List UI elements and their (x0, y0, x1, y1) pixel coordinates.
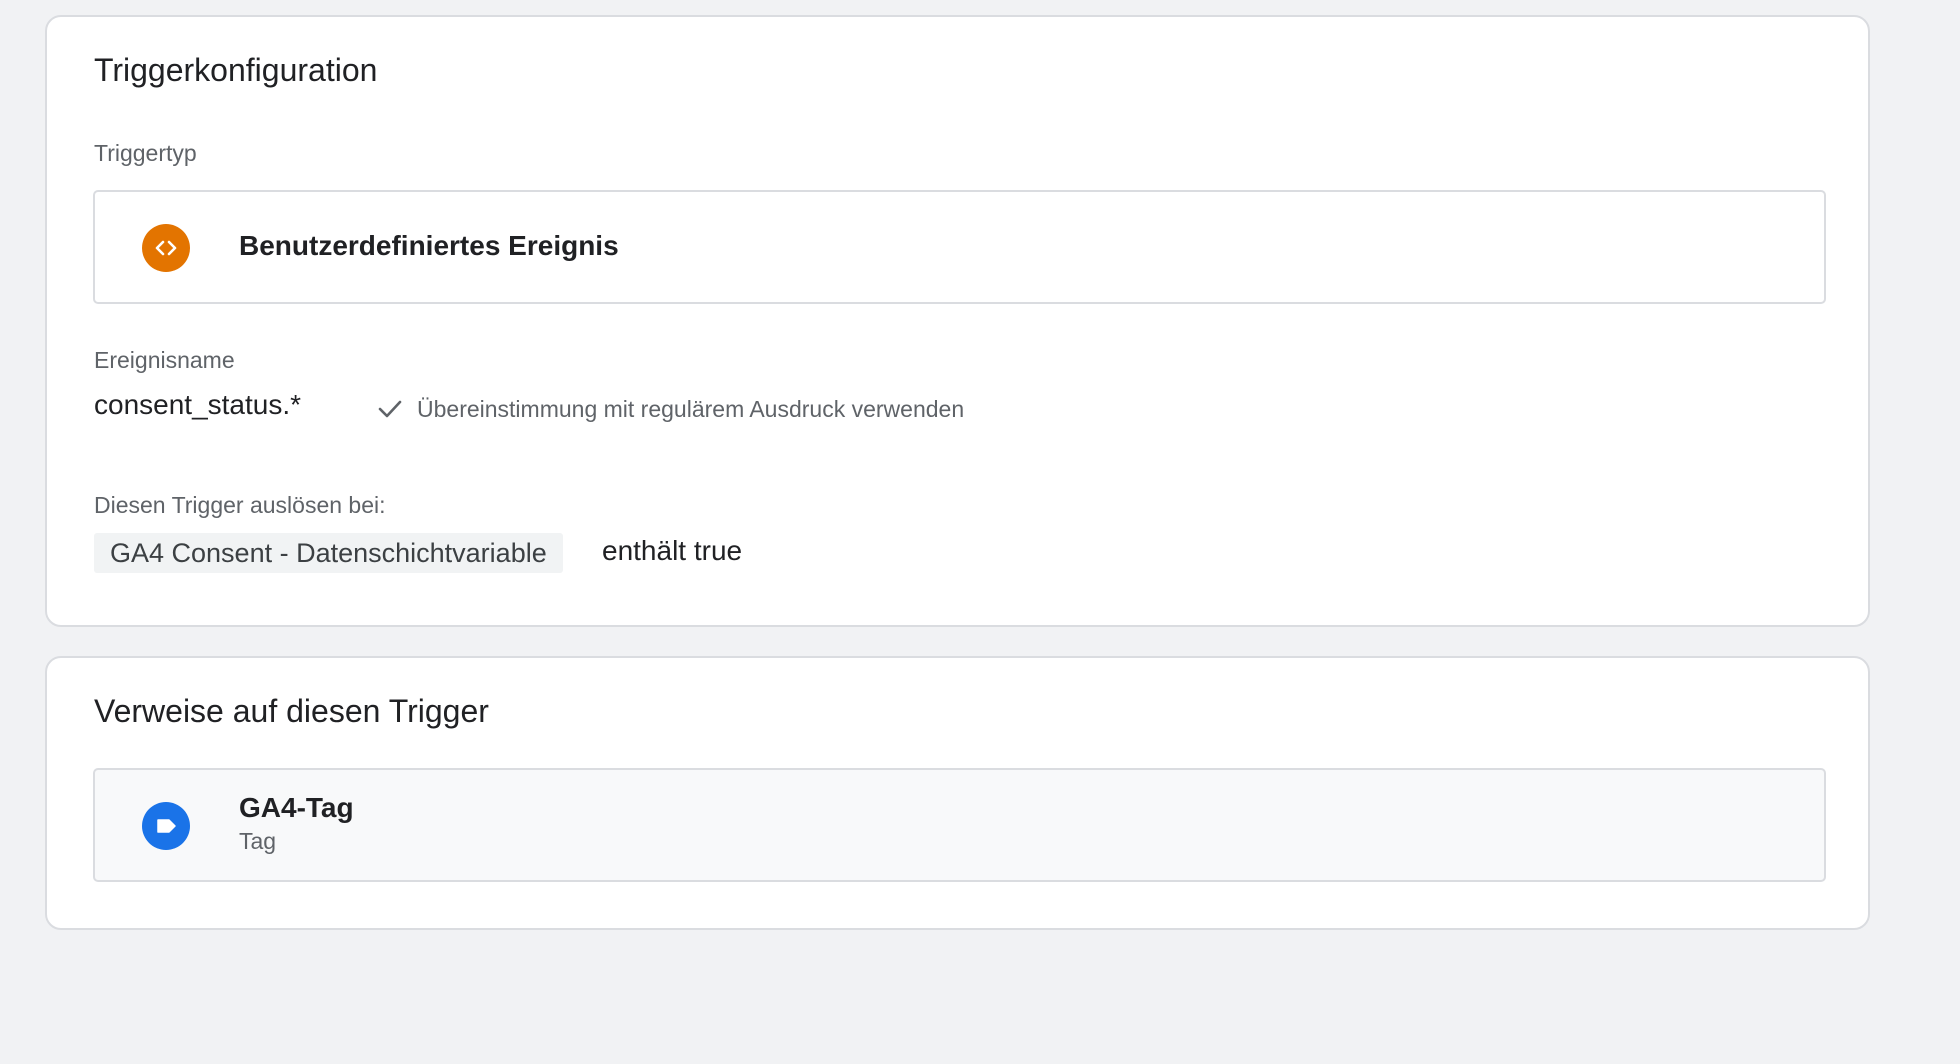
trigger-configuration-title: Triggerkonfiguration (94, 52, 378, 88)
trigger-configuration-card: Triggerkonfiguration Triggertyp Benutzer… (45, 15, 1870, 627)
trigger-references-title: Verweise auf diesen Trigger (94, 693, 489, 729)
trigger-type-label: Triggertyp (94, 140, 197, 166)
event-name-label: Ereignisname (94, 347, 235, 373)
reference-item[interactable]: GA4-Tag Tag (93, 768, 1826, 882)
regex-option-label: Übereinstimmung mit regulärem Ausdruck v… (417, 395, 965, 422)
trigger-type-selector[interactable]: Benutzerdefiniertes Ereignis (93, 190, 1826, 304)
event-name-value: consent_status.* (94, 389, 302, 420)
fire-on-label: Diesen Trigger auslösen bei: (94, 492, 386, 518)
code-brackets-icon (142, 224, 190, 272)
condition-variable-chip: GA4 Consent - Datenschichtvariable (94, 533, 563, 573)
reference-item-name: GA4-Tag (239, 792, 354, 823)
regex-option: Übereinstimmung mit regulärem Ausdruck v… (375, 391, 964, 427)
trigger-type-name: Benutzerdefiniertes Ereignis (239, 230, 619, 261)
condition-operator-value: enthält true (602, 535, 743, 566)
reference-item-type: Tag (239, 828, 277, 854)
tag-label-icon (142, 802, 190, 850)
checkmark-icon (375, 394, 405, 424)
trigger-references-card: Verweise auf diesen Trigger GA4-Tag Tag (45, 656, 1870, 930)
